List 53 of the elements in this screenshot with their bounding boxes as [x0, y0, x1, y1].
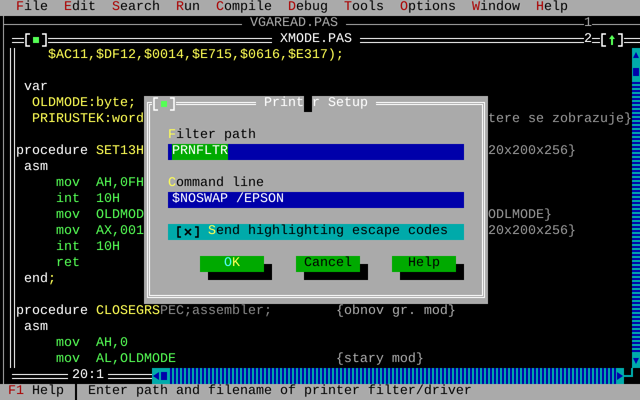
checkbox[interactable] — [176, 224, 200, 240]
menu-item[interactable]: Help — [528, 0, 576, 16]
code-fragment: ODLMODE} — [488, 208, 552, 224]
menu-item[interactable]: Options — [392, 0, 464, 16]
code-line: OLDMODE:byte; — [30, 96, 136, 112]
menu-item[interactable]: Tools — [336, 0, 392, 16]
code-fragment: 20x200x256} — [488, 224, 576, 240]
code-line: mov OLDMOD — [54, 208, 144, 224]
code-line: ret — [54, 256, 80, 272]
code-line: procedure CLOSEGRSPEC;assembler; {obnov gr. mod} — [16, 304, 456, 320]
menu-item[interactable]: Compile — [208, 0, 280, 16]
window-number: 1 — [584, 16, 592, 32]
menu-item[interactable]: File — [8, 0, 56, 16]
help-shortcut[interactable]: F1 Help — [8, 384, 64, 400]
code-line: int 10H — [54, 240, 120, 256]
field-label: Filter path — [168, 128, 256, 144]
status-hint: Enter path and filename of printer filter/driver — [88, 384, 472, 400]
menu-item[interactable]: Run — [168, 0, 208, 16]
window-title: XMODE.PAS — [279, 32, 353, 48]
code-line: $AC11,$DF12,$0014,$E715,$0616,$E317); — [46, 48, 344, 64]
dialog-title: r Setup — [312, 96, 368, 112]
menu-item[interactable]: Window — [464, 0, 528, 16]
maximize-button[interactable] — [600, 32, 624, 48]
code-line: mov AL,OLDMODE {stary mod} — [54, 352, 424, 368]
dialog-button[interactable]: Cancel — [296, 256, 360, 272]
code-line: procedure SET13H — [16, 144, 144, 160]
dialog-button[interactable]: Help — [392, 256, 456, 272]
window-number: 2 — [584, 32, 592, 48]
code-fragment: 20x200x256} — [488, 144, 576, 160]
scroll-thumb[interactable] — [632, 64, 640, 80]
dialog-title: Print — [264, 96, 304, 112]
code-line: asm — [22, 160, 48, 176]
checkbox-row[interactable]: Send highlighting escape codes — [168, 224, 464, 240]
menu-item[interactable]: Edit — [56, 0, 104, 16]
code-line: end; — [22, 272, 56, 288]
code-line: PRIRUSTEK:word — [30, 112, 144, 128]
checkbox-label: Send highlighting escape codes — [208, 224, 448, 240]
input-field[interactable]: $NOSWAP /EPSON — [168, 192, 464, 208]
code-line: var — [22, 80, 48, 96]
field-label: Command line — [168, 176, 264, 192]
text-cursor — [304, 96, 312, 112]
cursor-position: 20:1 — [71, 368, 105, 384]
code-line: mov AH,0 — [54, 336, 128, 352]
close-button[interactable] — [24, 32, 48, 48]
scroll-thumb[interactable] — [160, 368, 168, 384]
menu-item[interactable]: Search — [104, 0, 168, 16]
code-line: asm — [22, 320, 48, 336]
code-line: mov AH,0FH — [54, 176, 144, 192]
code-fragment: tere se zobrazuje} — [488, 112, 632, 128]
code-line: int 10H — [54, 192, 120, 208]
menu-item[interactable]: Debug — [280, 0, 336, 16]
code-line: mov AX,001 — [54, 224, 144, 240]
window-title: VGAREAD.PAS — [249, 16, 339, 32]
